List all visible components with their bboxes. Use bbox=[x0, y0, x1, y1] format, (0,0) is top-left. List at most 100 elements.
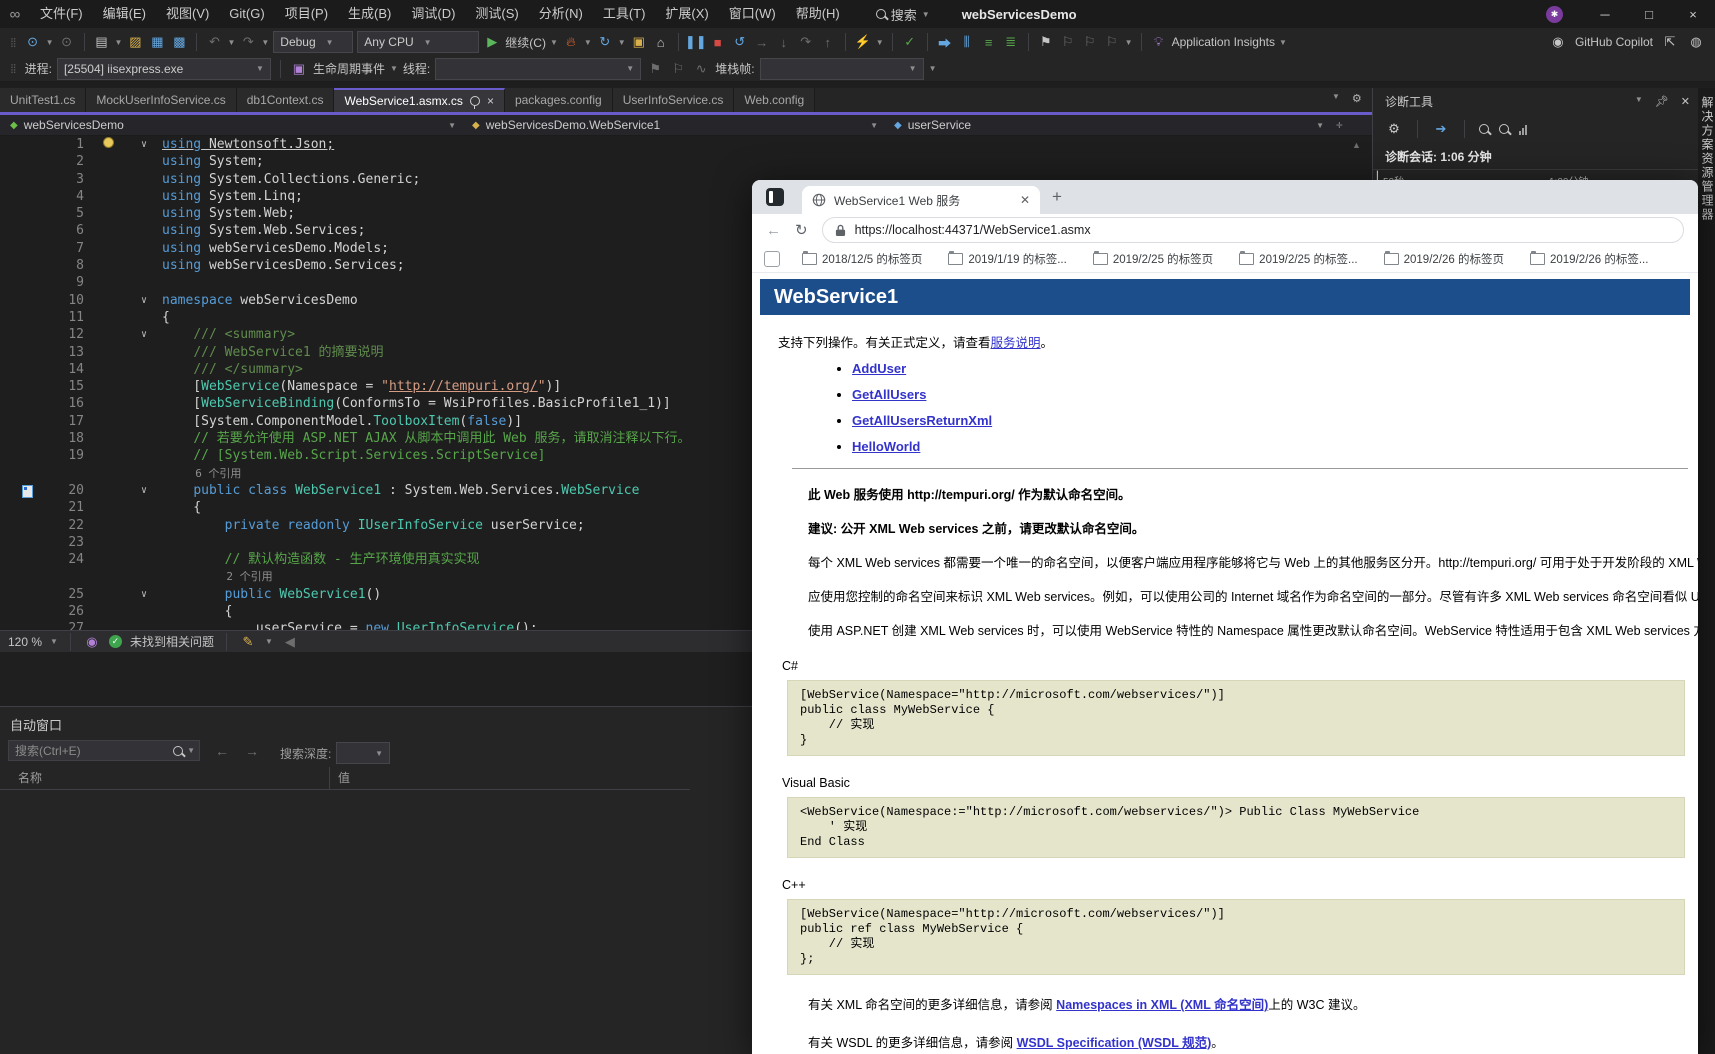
codelens-references[interactable]: 2 个引用 bbox=[0, 568, 272, 585]
split-editor-icon[interactable]: ✛ bbox=[1336, 121, 1343, 130]
breadcrumb-segment[interactable]: ◆ userService ▼ bbox=[884, 115, 1330, 136]
service-description-link[interactable]: 服务说明 bbox=[991, 336, 1041, 350]
zoom-level[interactable]: 120 % bbox=[8, 635, 42, 649]
menu-测试(S)[interactable]: 测试(S) bbox=[465, 0, 528, 28]
url-field[interactable]: https://localhost:44371/WebService1.asmx bbox=[821, 217, 1684, 243]
fold-chevron-icon[interactable]: ∨ bbox=[130, 326, 158, 343]
editor-tab-UserInfoService.cs[interactable]: UserInfoService.cs bbox=[612, 88, 735, 112]
zoom-dropdown[interactable]: ▼ bbox=[50, 637, 58, 646]
bookmark-item[interactable]: 2018/12/5 的标签页 bbox=[802, 251, 922, 267]
new-file-dropdown[interactable]: ▼ bbox=[115, 38, 123, 47]
bookmark-item[interactable]: 2019/1/19 的标签... bbox=[948, 251, 1067, 267]
fold-chevron-icon[interactable]: ∨ bbox=[130, 482, 158, 499]
breadcrumb-segment[interactable]: ◆ webServicesDemo.WebService1 ▼ bbox=[462, 115, 884, 136]
redo-icon[interactable]: ↷ bbox=[239, 33, 257, 51]
new-file-icon[interactable]: ▤ bbox=[93, 33, 111, 51]
prev-bookmark-icon[interactable]: ⚐ bbox=[1059, 33, 1077, 51]
wsdl-spec-link[interactable]: WSDL Specification (WSDL 规范) bbox=[1017, 1036, 1212, 1050]
editor-scrollbar-up[interactable]: ▲ bbox=[1352, 140, 1361, 150]
restart-app-icon[interactable]: ↻ bbox=[596, 33, 614, 51]
undo-icon[interactable]: ↶ bbox=[205, 33, 223, 51]
autos-search-input[interactable]: 搜索(Ctrl+E) ▼ bbox=[8, 740, 200, 761]
fold-chevron-icon[interactable]: ∨ bbox=[130, 292, 158, 309]
operation-link-HelloWorld[interactable]: HelloWorld bbox=[852, 439, 920, 454]
menu-项目(P)[interactable]: 项目(P) bbox=[275, 0, 338, 28]
share-icon[interactable]: ⇱ bbox=[1661, 33, 1679, 51]
editor-tab-WebService1.asmx.cs[interactable]: WebService1.asmx.cs × bbox=[334, 88, 505, 112]
editor-tab-UnitTest1.cs[interactable]: UnitTest1.cs bbox=[0, 88, 87, 112]
pin-icon[interactable] bbox=[469, 96, 480, 109]
next-bookmark-icon[interactable]: ⚐ bbox=[1081, 33, 1099, 51]
new-tab-button[interactable]: + bbox=[1052, 187, 1062, 207]
tab-actions-icon[interactable] bbox=[766, 188, 784, 206]
maximize-button[interactable]: □ bbox=[1627, 0, 1671, 28]
tab-close-icon[interactable]: × bbox=[487, 94, 494, 108]
editor-tab-Web.config[interactable]: Web.config bbox=[734, 88, 816, 112]
syntax-visualizer-icon[interactable]: ⚡ bbox=[854, 33, 872, 51]
editor-tab-packages.config[interactable]: packages.config bbox=[504, 88, 613, 112]
code-line[interactable]: 1 ∨ using Newtonsoft.Json; bbox=[0, 136, 1372, 153]
platform-dropdown[interactable]: Any CPU ▼ bbox=[357, 31, 480, 53]
search-depth-dropdown[interactable]: ▼ bbox=[336, 742, 390, 764]
navigate-forward-icon[interactable]: ⊙ bbox=[58, 33, 76, 51]
toolbar-overflow[interactable]: ▼ bbox=[929, 64, 937, 73]
bookmark-item[interactable]: 2019/2/25 的标签页 bbox=[1092, 251, 1213, 267]
operation-link-GetAllUsersReturnXml[interactable]: GetAllUsersReturnXml bbox=[852, 413, 992, 428]
flagged-threads-icon[interactable]: ⚐ bbox=[669, 60, 687, 78]
close-icon[interactable]: ✕ bbox=[1681, 95, 1690, 108]
save-all-icon[interactable]: ▩ bbox=[170, 33, 188, 51]
hscroll-left-arrow[interactable]: ◀ bbox=[281, 633, 299, 651]
chart-icon[interactable] bbox=[1519, 124, 1527, 135]
step-out-icon[interactable]: ↑ bbox=[819, 33, 837, 51]
menu-帮助(H)[interactable]: 帮助(H) bbox=[786, 0, 850, 28]
show-next-statement-icon[interactable]: → bbox=[753, 33, 771, 51]
browser-tab[interactable]: WebService1 Web 服务 ✕ bbox=[802, 186, 1040, 214]
lifecycle-events-label[interactable]: 生命周期事件 bbox=[313, 60, 385, 77]
hot-reload-icon[interactable]: 🔥︎ bbox=[562, 33, 580, 51]
menu-文件(F)[interactable]: 文件(F) bbox=[30, 0, 93, 28]
toolbar-grip[interactable]: ⣿ bbox=[10, 37, 17, 48]
code-cleanup-icon[interactable]: ✎ bbox=[239, 633, 257, 651]
menu-分析(N)[interactable]: 分析(N) bbox=[529, 0, 593, 28]
bookmark-item[interactable]: 2019/2/25 的标签... bbox=[1239, 251, 1358, 267]
indent-less-icon[interactable]: ≡ bbox=[980, 33, 998, 51]
browse-with-icon[interactable]: ▣ bbox=[630, 33, 648, 51]
open-folder-icon[interactable]: ▨ bbox=[126, 33, 144, 51]
operation-link-AddUser[interactable]: AddUser bbox=[852, 361, 906, 376]
stackframe-dropdown[interactable]: ▼ bbox=[759, 57, 924, 80]
save-icon[interactable]: ▦ bbox=[148, 33, 166, 51]
column-value[interactable]: 值 bbox=[330, 767, 350, 789]
menu-窗口(W)[interactable]: 窗口(W) bbox=[719, 0, 786, 28]
copilot-chat-icon[interactable]: ◍ bbox=[1687, 33, 1705, 51]
search-prev-icon[interactable]: ← bbox=[215, 743, 229, 759]
spell-check-icon[interactable]: ✓ bbox=[901, 33, 919, 51]
process-dropdown[interactable]: [25504] iisexpress.exe ▼ bbox=[56, 57, 271, 80]
menu-视图(V)[interactable]: 视图(V) bbox=[156, 0, 219, 28]
application-insights-label[interactable]: Application Insights bbox=[1172, 35, 1275, 49]
bookmark-icon[interactable]: ⚑ bbox=[1037, 33, 1055, 51]
tab-list-dropdown[interactable]: ▼ bbox=[1332, 92, 1340, 105]
step-into-icon[interactable]: ↓ bbox=[775, 33, 793, 51]
search-options-dropdown[interactable]: ▼ bbox=[187, 746, 195, 755]
pin-icon[interactable]: 📌︎ bbox=[1655, 95, 1669, 108]
panel-dropdown[interactable]: ▼ bbox=[1635, 95, 1643, 108]
suspend-icon[interactable]: ∿ bbox=[692, 60, 710, 78]
menu-扩展(X)[interactable]: 扩展(X) bbox=[655, 0, 718, 28]
search-box[interactable]: 搜索 ▼ bbox=[875, 5, 930, 24]
editor-tab-MockUserInfoService.cs[interactable]: MockUserInfoService.cs bbox=[86, 88, 237, 112]
xml-namespaces-link[interactable]: Namespaces in XML (XML 命名空间) bbox=[1056, 998, 1268, 1012]
undo-dropdown[interactable]: ▼ bbox=[227, 38, 235, 47]
minimize-button[interactable]: ─ bbox=[1583, 0, 1627, 28]
indent-more-icon[interactable]: ≣ bbox=[1002, 33, 1020, 51]
menu-Git(G)[interactable]: Git(G) bbox=[219, 0, 274, 28]
document-outline-icon[interactable]: ⫼ bbox=[958, 33, 976, 51]
tab-close-icon[interactable]: ✕ bbox=[1020, 193, 1030, 207]
toolbar-grip[interactable]: ⣿ bbox=[10, 63, 17, 74]
clear-bookmarks-icon[interactable]: ⚐ bbox=[1103, 33, 1121, 51]
bookmark-item[interactable]: 2019/2/26 的标签页 bbox=[1383, 251, 1504, 267]
navigate-cursor-icon[interactable]: ⮕ bbox=[936, 33, 954, 51]
restart-icon[interactable]: ↺ bbox=[731, 33, 749, 51]
back-icon[interactable]: ← bbox=[766, 222, 781, 239]
back-dropdown[interactable]: ▼ bbox=[46, 38, 54, 47]
codelens-references[interactable]: 6 个引用 bbox=[0, 465, 241, 482]
